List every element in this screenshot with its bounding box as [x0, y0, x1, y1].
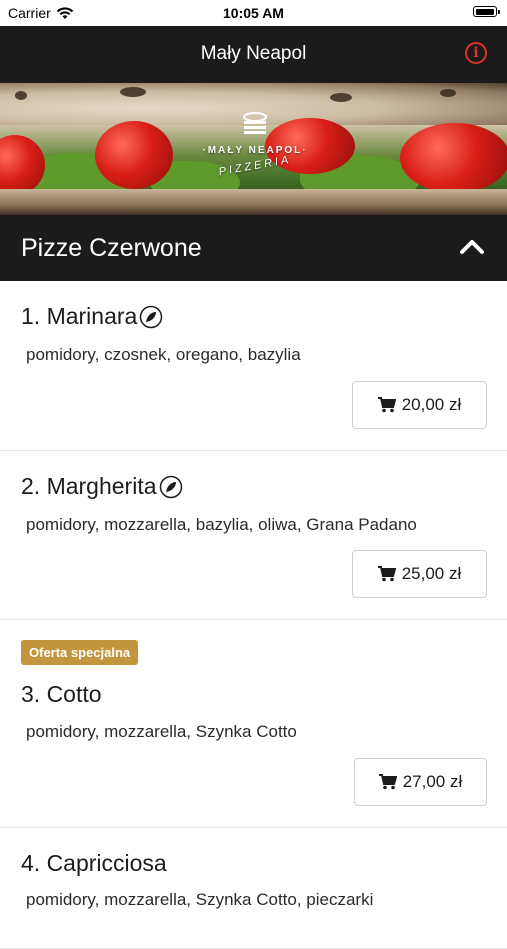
- price-label: 25,00 zł: [401, 564, 462, 583]
- menu-item[interactable]: Oferta specjalna 3. Cotto pomidory, mozz…: [0, 620, 507, 828]
- item-name-row: 3. Cotto: [21, 681, 102, 708]
- category-title: Pizze Czerwone: [21, 234, 202, 262]
- hero-banner: ·MAŁY NEAPOL· PIZZERIA: [0, 83, 507, 215]
- tomato: [95, 121, 173, 189]
- menu-item[interactable]: 4. Capricciosa pomidory, mozzarella, Szy…: [0, 828, 507, 949]
- item-name-row: 1. Marinara: [21, 303, 163, 330]
- item-description: pomidory, czosnek, oregano, bazylia: [26, 345, 301, 364]
- logo: ·MAŁY NEAPOL· PIZZERIA: [200, 111, 310, 187]
- cart-icon: [378, 774, 397, 790]
- item-description: pomidory, mozzarella, Szynka Cotto: [26, 722, 297, 741]
- menu-item[interactable]: 1. Marinara pomidory, czosnek, oregano, …: [0, 281, 507, 451]
- add-to-cart-button[interactable]: 20,00 zł: [352, 381, 487, 429]
- chevron-up-icon[interactable]: [459, 237, 485, 255]
- cart-icon: [377, 566, 396, 582]
- price-label: 20,00 zł: [401, 395, 462, 414]
- logo-mark: [243, 112, 267, 134]
- status-time: 10:05 AM: [223, 5, 284, 21]
- leaf-icon: [159, 475, 182, 498]
- char-spot: [120, 87, 146, 97]
- page-title: Mały Neapol: [200, 43, 307, 64]
- add-to-cart-button[interactable]: 27,00 zł: [354, 758, 487, 806]
- battery-icon: [473, 6, 500, 17]
- item-description: pomidory, mozzarella, bazylia, oliwa, Gr…: [26, 515, 417, 534]
- price-label: 27,00 zł: [402, 772, 463, 791]
- info-icon[interactable]: i: [465, 42, 487, 64]
- status-right: [473, 6, 500, 17]
- special-offer-badge: Oferta specjalna: [21, 640, 139, 665]
- bread-bottom: [0, 189, 507, 215]
- nav-bar: Mały Neapol i: [0, 26, 507, 83]
- char-spot: [440, 89, 456, 97]
- char-spot: [15, 91, 27, 100]
- menu-item[interactable]: 2. Margherita pomidory, mozzarella, bazy…: [0, 451, 507, 620]
- cart-icon: [377, 397, 396, 413]
- item-description: pomidory, mozzarella, Szynka Cotto, piec…: [26, 890, 374, 909]
- tomato: [400, 123, 507, 193]
- char-spot: [330, 93, 352, 102]
- item-name-row: 4. Capricciosa: [21, 850, 167, 877]
- item-name: 3. Cotto: [21, 681, 102, 707]
- add-to-cart-button[interactable]: 25,00 zł: [352, 550, 487, 598]
- item-name-row: 2. Margherita: [21, 473, 183, 500]
- status-bar: Carrier 10:05 AM: [0, 0, 507, 26]
- category-header[interactable]: Pizze Czerwone: [0, 215, 507, 281]
- leaf-icon: [140, 305, 163, 328]
- item-name: 4. Capricciosa: [21, 850, 167, 876]
- item-name: 1. Marinara: [21, 303, 138, 329]
- item-name: 2. Margherita: [21, 473, 157, 499]
